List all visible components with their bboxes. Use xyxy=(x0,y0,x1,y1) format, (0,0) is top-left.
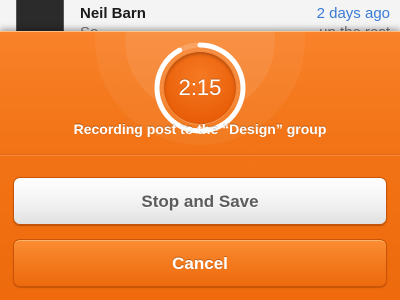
feed-author-name: Neil Barn xyxy=(80,5,146,22)
divider xyxy=(0,154,400,156)
stop-and-save-button[interactable]: Stop and Save xyxy=(13,177,387,225)
recording-panel: 2:15 Recording post to the “Design” grou… xyxy=(0,31,400,300)
cancel-button[interactable]: Cancel xyxy=(13,239,387,287)
recording-caption: Recording post to the “Design” group xyxy=(73,121,327,137)
feed-timestamp: 2 days ago xyxy=(316,5,390,22)
